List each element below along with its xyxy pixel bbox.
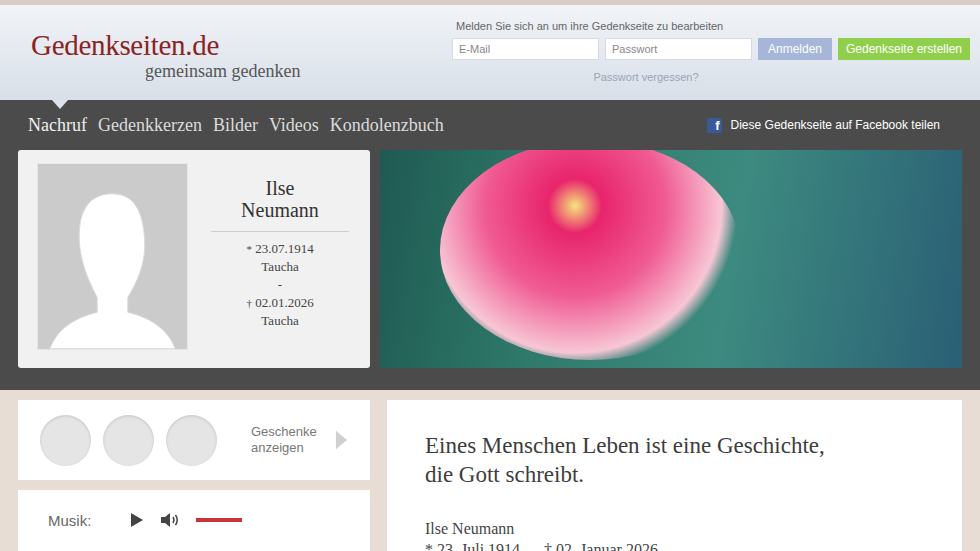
gifts-card: Geschenke anzeigen (18, 400, 370, 480)
death-place: Taucha (246, 312, 313, 330)
play-icon[interactable] (130, 512, 144, 528)
forgot-password-link[interactable]: Passwort vergessen? (593, 71, 698, 83)
content-area: Geschenke anzeigen Musik: Eines Menschen L… (0, 390, 980, 551)
nav-item[interactable]: Nachruf (28, 115, 87, 136)
volume-slider[interactable] (196, 518, 242, 522)
nav-item[interactable]: Videos (269, 115, 319, 136)
obituary-name: Ilse Neumann (425, 519, 924, 539)
date-separator: - (246, 276, 313, 294)
profile-info: Ilse Neumann* 23.07.1914Taucha-† 02.01.2… (200, 163, 360, 350)
life-dates: * 23.07.1914Taucha-† 02.01.2026Taucha (246, 240, 313, 330)
speaker-icon[interactable] (160, 512, 180, 528)
login-prompt: Melden Sie sich an um ihre Gedenkseite z… (456, 19, 970, 33)
music-label: Musik: (48, 512, 108, 529)
hero-row: Ilse Neumann* 23.07.1914Taucha-† 02.01.2… (18, 150, 962, 368)
obituary-dates: * 23. Juli 1914 — † 02. Januar 2026 (425, 539, 924, 551)
email-input[interactable] (452, 38, 599, 60)
facebook-icon: f (707, 118, 722, 133)
gifts-label[interactable]: Geschenke anzeigen (251, 424, 323, 456)
logo-tagline: gemeinsam gedenken (145, 61, 300, 81)
forgot-row: Passwort vergessen? (452, 67, 970, 85)
login-panel: Melden Sie sich an um ihre Gedenkseite z… (452, 5, 970, 100)
nav-items: Nachruf Gedenkkerzen Bilder Videos Kondolenz… (28, 115, 444, 136)
logo-title: Gedenkseiten.de (31, 29, 300, 61)
login-row: Anmelden Gedenkseite erstellen (452, 38, 970, 60)
facebook-share[interactable]: f Diese Gedenkseite auf Facebook teilen (707, 118, 940, 133)
nav-item[interactable]: Gedenkkerzen (98, 115, 202, 136)
main-nav: Nachruf Gedenkkerzen Bilder Videos Kondolenz… (18, 100, 962, 150)
gift-slot[interactable] (166, 415, 217, 466)
site-header: Gedenkseiten.degemeinsam gedenken Melden … (0, 5, 980, 100)
birth-date: * 23.07.1914 (246, 240, 313, 258)
music-card: Musik: (18, 490, 370, 551)
profile-band: Nachruf Gedenkkerzen Bilder Videos Kondolenz… (0, 100, 980, 390)
divider (211, 231, 349, 232)
obituary-quote: Eines Menschen Leben ist eine Geschichte… (425, 431, 924, 489)
nav-item[interactable]: Bilder (213, 115, 258, 136)
logo[interactable]: Gedenkseiten.degemeinsam gedenken (31, 5, 300, 100)
create-memorial-button[interactable]: Gedenkseite erstellen (838, 38, 970, 60)
obituary-card: Eines Menschen Leben ist eine Geschichte… (387, 400, 962, 551)
avatar (37, 163, 188, 350)
login-button[interactable]: Anmelden (758, 38, 832, 60)
nav-pointer (52, 100, 68, 109)
gift-slot[interactable] (40, 415, 91, 466)
flower-shape (440, 150, 740, 360)
arrow-right-icon[interactable] (335, 429, 348, 451)
quote-line: die Gott schreibt. (425, 460, 924, 489)
birth-place: Taucha (246, 258, 313, 276)
gift-slot[interactable] (103, 415, 154, 466)
profile-name: Ilse Neumann (232, 177, 328, 221)
volume-fill (196, 518, 242, 522)
nav-item[interactable]: Kondolenzbuch (330, 115, 444, 136)
person-silhouette-icon (38, 164, 187, 349)
death-date: † 02.01.2026 (246, 294, 313, 312)
password-input[interactable] (605, 38, 752, 60)
share-text: Diese Gedenkseite auf Facebook teilen (731, 118, 940, 132)
left-column: Geschenke anzeigen Musik: (18, 400, 370, 551)
hero-photo (380, 150, 962, 368)
profile-card: Ilse Neumann* 23.07.1914Taucha-† 02.01.2… (18, 150, 370, 368)
memorial-page: Gedenkseiten.degemeinsam gedenken Melden … (0, 0, 980, 551)
quote-line: Eines Menschen Leben ist eine Geschichte… (425, 431, 924, 460)
